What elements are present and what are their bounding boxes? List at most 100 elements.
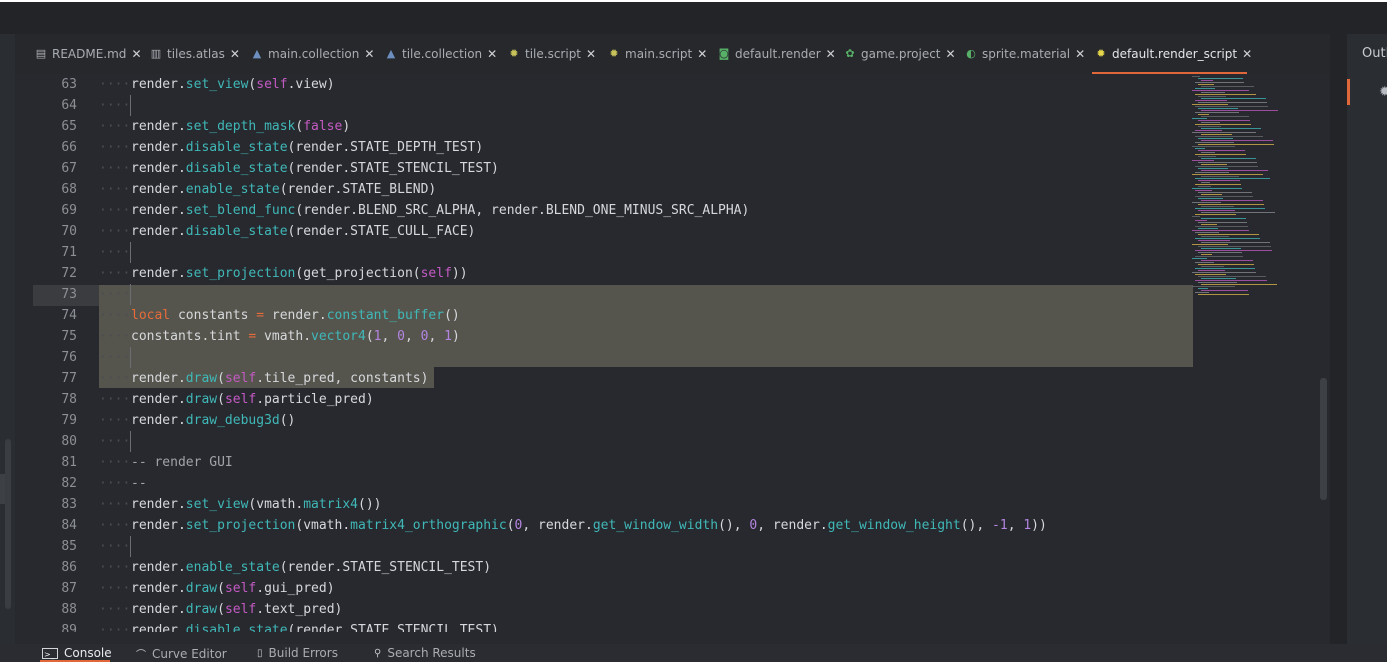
line-number: 66 bbox=[61, 140, 77, 155]
minimap-line bbox=[1198, 282, 1237, 283]
code-line[interactable]: 81 ···· -- render GUI bbox=[33, 452, 1328, 473]
code-line[interactable]: 65 ···· render.set_depth_mask(false) bbox=[33, 116, 1328, 137]
tab-sprite-material[interactable]: ◐ sprite.material ✕ bbox=[965, 42, 1085, 66]
code-text: render.enable_state(render.STATE_BLEND) bbox=[131, 182, 437, 197]
tab-readme[interactable]: ▤ README.md ✕ bbox=[35, 42, 142, 66]
code-line[interactable]: 66 ···· render.disable_state(render.STATE_… bbox=[33, 137, 1328, 158]
minimap-line bbox=[1198, 234, 1259, 235]
code-text: render.draw(self.gui_pred) bbox=[131, 581, 335, 596]
code-line[interactable]: 69 ···· render.set_blend_func(render.BLEND… bbox=[33, 200, 1328, 221]
tab-main-collection[interactable]: ▲ main.collection ✕ bbox=[251, 42, 375, 66]
code-line[interactable]: 68 ···· render.enable_state(render.STATE_B… bbox=[33, 179, 1328, 200]
minimap-line bbox=[1201, 98, 1266, 99]
code-line[interactable]: 74 ···· local constants = render.constant_… bbox=[33, 305, 1328, 326]
tab-game-project[interactable]: ✿ game.project ✕ bbox=[844, 42, 956, 66]
line-number: 67 bbox=[61, 161, 77, 176]
code-line[interactable]: 85 ···· bbox=[33, 536, 1328, 557]
close-icon[interactable]: ✕ bbox=[946, 47, 956, 61]
minimap-line bbox=[1195, 238, 1260, 239]
minimap-line bbox=[1195, 178, 1270, 179]
minimap-line bbox=[1198, 162, 1257, 163]
minimap-line bbox=[1192, 174, 1263, 175]
code-line[interactable]: 71 ···· bbox=[33, 242, 1328, 263]
panel-splitter[interactable] bbox=[1330, 34, 1347, 644]
tab-build-errors[interactable]: ▯ Build Errors bbox=[257, 646, 338, 660]
code-line[interactable]: 84 ···· render.set_projection(vmath.matrix… bbox=[33, 515, 1328, 536]
code-text: render.draw(self.tile_pred, constants) bbox=[131, 371, 429, 386]
minimap-line bbox=[1192, 146, 1235, 147]
code-line[interactable]: 83 ···· render.set_view(vmath.matrix4()) bbox=[33, 494, 1328, 515]
indent-marker bbox=[130, 95, 131, 116]
minimap[interactable] bbox=[1192, 74, 1322, 304]
code-line[interactable]: 86 ···· render.enable_state(render.STATE_S… bbox=[33, 557, 1328, 578]
code-line[interactable]: 80 ···· bbox=[33, 431, 1328, 452]
minimap-line bbox=[1192, 258, 1207, 259]
code-line[interactable]: 67 ···· render.disable_state(render.STATE_… bbox=[33, 158, 1328, 179]
minimap-line bbox=[1201, 242, 1270, 243]
code-line[interactable]: 75 ···· constants.tint = vmath.vector4(1, … bbox=[33, 326, 1328, 347]
bottom-panel-tabs: >_ Console ⌒ Curve Editor ▯ Build Errors… bbox=[0, 644, 1387, 662]
code-editor[interactable]: 63 ···· render.set_view(self.view) 64 ···· 65… bbox=[33, 74, 1328, 632]
tab-curve-editor[interactable]: ⌒ Curve Editor bbox=[136, 646, 227, 662]
code-line[interactable]: 76 ···· bbox=[33, 347, 1328, 368]
close-icon[interactable]: ✕ bbox=[364, 47, 374, 61]
indent-marker bbox=[130, 431, 131, 452]
line-number: 88 bbox=[61, 602, 77, 617]
close-icon[interactable]: ✕ bbox=[131, 47, 141, 61]
code-line[interactable]: 88 ···· render.draw(self.text_pred) bbox=[33, 599, 1328, 620]
minimap-line bbox=[1198, 84, 1214, 85]
minimap-line bbox=[1198, 156, 1216, 157]
close-icon[interactable]: ✕ bbox=[1242, 47, 1252, 61]
atlas-icon: ▥ bbox=[150, 47, 162, 60]
tab-label: Search Results bbox=[387, 646, 476, 660]
left-scrollbar[interactable] bbox=[5, 439, 11, 609]
minimap-line bbox=[1201, 284, 1277, 285]
minimap-line bbox=[1201, 266, 1224, 267]
minimap-line bbox=[1195, 262, 1214, 263]
collection-icon: ▲ bbox=[252, 47, 262, 60]
line-number: 73 bbox=[61, 287, 77, 302]
material-icon: ◐ bbox=[966, 47, 976, 60]
left-panel-handle[interactable] bbox=[0, 474, 5, 504]
minimap-line bbox=[1201, 236, 1229, 237]
tab-tile-script[interactable]: ✹ tile.script ✕ bbox=[508, 42, 596, 66]
close-icon[interactable]: ✕ bbox=[1075, 47, 1085, 61]
editor-vertical-scrollbar[interactable] bbox=[1320, 378, 1327, 500]
tab-console[interactable]: >_ Console bbox=[42, 646, 112, 660]
minimap-line bbox=[1201, 92, 1225, 93]
tab-default-render-script[interactable]: ✹ default.render_script ✕ bbox=[1095, 42, 1252, 66]
code-line[interactable]: 72 ···· render.set_projection(get_projecti… bbox=[33, 263, 1328, 284]
code-text: render.disable_state(render.STATE_CULL_F… bbox=[131, 224, 476, 239]
code-text: render.set_projection(vmath.matrix4_orth… bbox=[131, 518, 1047, 533]
tab-default-render[interactable]: ◙ default.render ✕ bbox=[718, 42, 836, 66]
code-text: render.disable_state(render.STATE_STENCI… bbox=[131, 623, 499, 632]
minimap-line bbox=[1201, 110, 1278, 111]
tab-search-results[interactable]: ⚲ Search Results bbox=[374, 646, 476, 660]
code-text: render.draw(self.text_pred) bbox=[131, 602, 343, 617]
close-icon[interactable]: ✕ bbox=[230, 47, 240, 61]
minimap-line bbox=[1195, 292, 1209, 293]
outline-title[interactable]: Outline bbox=[1362, 46, 1387, 61]
code-line[interactable]: 64 ···· bbox=[33, 95, 1328, 116]
code-line[interactable]: 87 ···· render.draw(self.gui_pred) bbox=[33, 578, 1328, 599]
close-icon[interactable]: ✕ bbox=[586, 47, 596, 61]
tab-main-script[interactable]: ✹ main.script ✕ bbox=[608, 42, 707, 66]
code-line[interactable]: 89 ···· render.disable_state(render.STATE_… bbox=[33, 620, 1328, 632]
gear-icon[interactable]: ✹ bbox=[1379, 84, 1387, 100]
close-icon[interactable]: ✕ bbox=[487, 47, 497, 61]
code-line[interactable]: 79 ···· render.draw_debug3d() bbox=[33, 410, 1328, 431]
code-line[interactable]: 77 ···· render.draw(self.tile_pred, consta… bbox=[33, 368, 1328, 389]
indent-guide: ···· bbox=[99, 98, 131, 113]
minimap-line bbox=[1198, 252, 1242, 253]
code-line[interactable]: 82 ···· -- bbox=[33, 473, 1328, 494]
tab-tiles-atlas[interactable]: ▥ tiles.atlas ✕ bbox=[150, 42, 240, 66]
close-icon[interactable]: ✕ bbox=[697, 47, 707, 61]
collection-icon: ▲ bbox=[386, 47, 396, 60]
code-line[interactable]: 73 ···· bbox=[33, 284, 1328, 305]
code-line[interactable]: 63 ···· render.set_view(self.view) bbox=[33, 74, 1328, 95]
code-text: render.set_depth_mask(false) bbox=[131, 119, 351, 134]
code-line[interactable]: 70 ···· render.disable_state(render.STATE_… bbox=[33, 221, 1328, 242]
code-line[interactable]: 78 ···· render.draw(self.particle_pred) bbox=[33, 389, 1328, 410]
close-icon[interactable]: ✕ bbox=[826, 47, 836, 61]
tab-tile-collection[interactable]: ▲ tile.collection ✕ bbox=[385, 42, 497, 66]
